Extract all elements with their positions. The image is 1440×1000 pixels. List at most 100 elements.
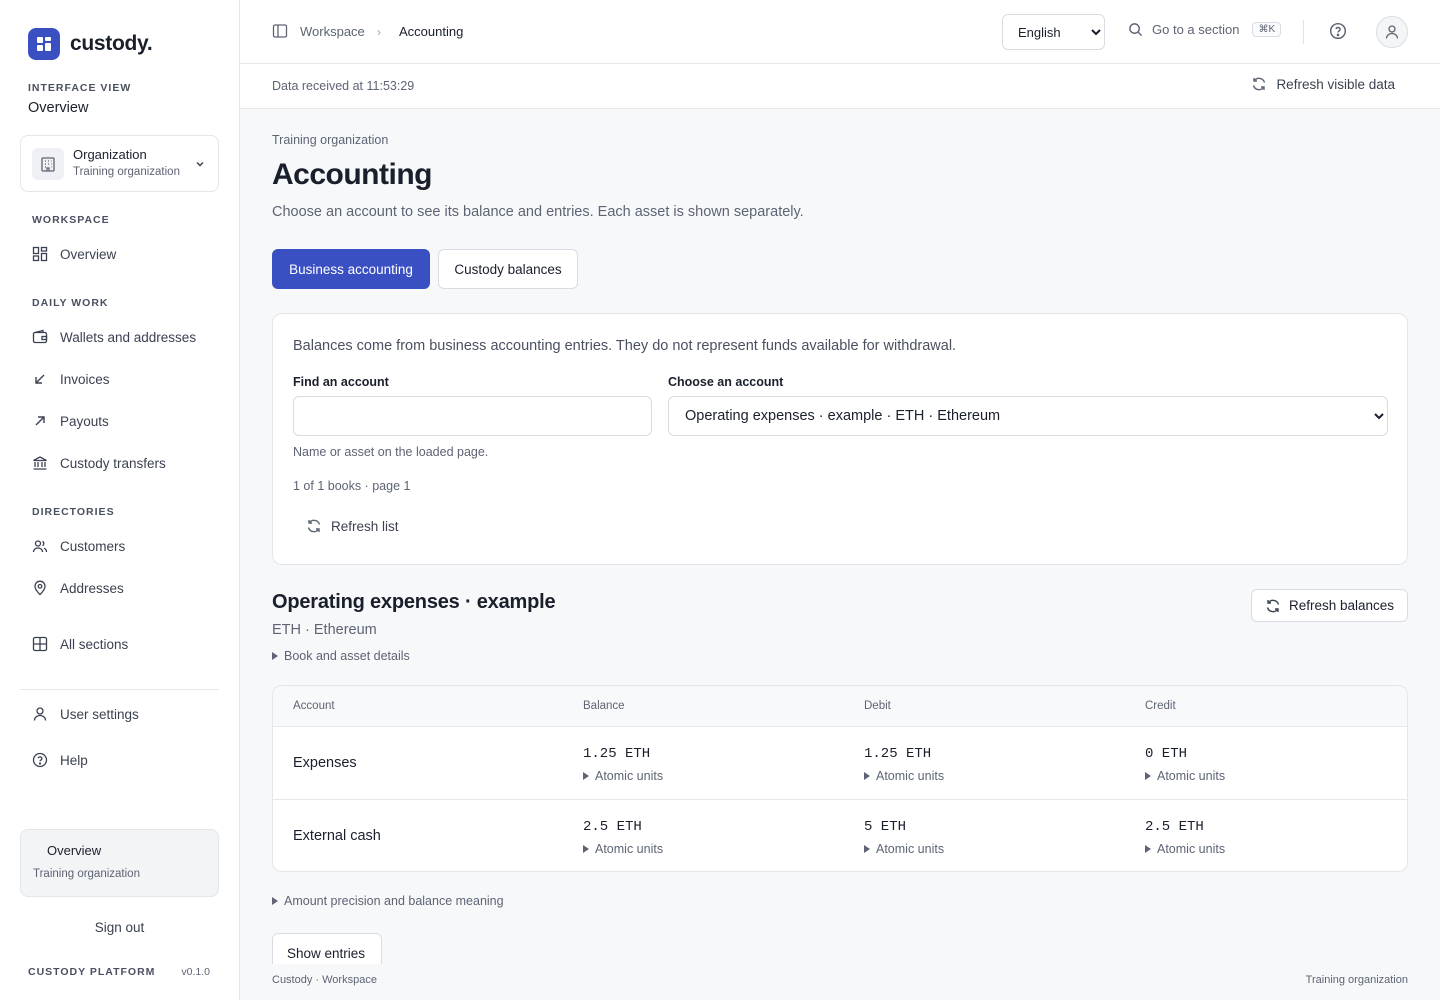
user-avatar[interactable]	[1376, 16, 1408, 48]
book-asset-details-toggle[interactable]: Book and asset details	[272, 649, 410, 663]
keyboard-shortcut: ⌘K	[1252, 22, 1282, 37]
sidebar-item-label: Addresses	[60, 580, 124, 596]
sidebar-item-label: User settings	[60, 706, 139, 722]
atomic-units-label: Atomic units	[1157, 769, 1226, 783]
atomic-units-toggle[interactable]: Atomic units	[1145, 842, 1225, 856]
brand[interactable]: custody.	[28, 28, 153, 60]
row-debit: 1.25 ETH	[864, 746, 932, 762]
sidebar-item-wallets[interactable]: Wallets and addresses	[20, 320, 219, 354]
bank-icon	[33, 456, 47, 470]
sidebar-item-addresses[interactable]: Addresses	[20, 571, 219, 605]
goto-label: Go to a section	[1152, 22, 1240, 37]
sidebar-item-help[interactable]: Help	[20, 743, 219, 777]
arrow-down-left-icon	[35, 374, 45, 384]
wallet-icon	[32, 329, 48, 344]
sidebar-toggle-icon[interactable]	[272, 23, 288, 44]
atomic-units-toggle[interactable]: Atomic units	[583, 842, 663, 856]
balances-table: Account Balance Debit Credit Expenses 1.…	[272, 685, 1408, 872]
sidebar-item-payouts[interactable]: Payouts	[20, 404, 219, 438]
refresh-list-button[interactable]: Refresh list	[306, 518, 399, 534]
amount-precision-toggle[interactable]: Amount precision and balance meaning	[272, 894, 504, 908]
table-row: Expenses 1.25 ETH Atomic units 1.25 ETH …	[273, 727, 1407, 800]
organization-switcher[interactable]: Organization Training organization	[20, 135, 219, 192]
refresh-visible-label: Refresh visible data	[1276, 76, 1395, 92]
sidebar-item-label: Invoices	[60, 371, 110, 387]
refresh-visible-data-button[interactable]: Refresh visible data	[1251, 76, 1395, 92]
users-icon	[32, 540, 48, 553]
brand-name: custody.	[70, 32, 153, 55]
sidebar-item-user-settings[interactable]: User settings	[20, 697, 219, 731]
atomic-units-label: Atomic units	[1157, 842, 1226, 856]
status-bar: Data received at 11:53:29 Refresh visibl…	[240, 64, 1440, 109]
building-icon	[32, 148, 64, 180]
footer: Custody · Workspace Training organizatio…	[240, 964, 1440, 1000]
sidebar-item-label: Payouts	[60, 413, 109, 429]
atomic-units-label: Atomic units	[595, 842, 664, 856]
version-label: v0.1.0	[181, 966, 210, 978]
atomic-units-toggle[interactable]: Atomic units	[864, 769, 944, 783]
column-header-debit: Debit	[864, 700, 891, 712]
section-label-workspace: WORKSPACE	[32, 214, 110, 226]
tab-custody-balances[interactable]: Custody balances	[438, 249, 578, 289]
brand-logo-icon	[28, 28, 60, 60]
help-icon[interactable]	[1329, 22, 1347, 45]
section-label-daily-work: DAILY WORK	[32, 297, 109, 309]
context-card[interactable]: Overview Training organization	[20, 829, 219, 897]
sidebar: custody. INTERFACE VIEW Overview Organiz…	[0, 0, 240, 1000]
refresh-icon	[1266, 599, 1280, 612]
sign-out-button[interactable]: Sign out	[20, 920, 219, 935]
sidebar-item-customers[interactable]: Customers	[20, 529, 219, 563]
disclosure-triangle-icon	[864, 845, 870, 853]
platform-label: CUSTODY PLATFORM	[28, 966, 156, 978]
footer-left: Custody · Workspace	[272, 974, 377, 986]
chevron-down-icon	[194, 157, 206, 175]
precision-toggle-label: Amount precision and balance meaning	[284, 894, 504, 908]
row-account-name: Expenses	[293, 755, 357, 771]
language-select[interactable]: English	[1002, 14, 1105, 50]
organization-subtitle: Training organization	[73, 166, 180, 178]
goto-section-search[interactable]: Go to a section ⌘K	[1128, 22, 1282, 37]
column-header-balance: Balance	[583, 700, 625, 712]
disclosure-triangle-icon	[583, 772, 589, 780]
sidebar-item-custody-transfers[interactable]: Custody transfers	[20, 446, 219, 480]
sidebar-item-all-sections[interactable]: All sections	[20, 627, 219, 661]
interface-view-label: INTERFACE VIEW	[28, 82, 132, 94]
context-card-subtitle: Training organization	[33, 868, 140, 880]
row-credit: 0 ETH	[1145, 746, 1188, 762]
table-header: Account Balance Debit Credit	[273, 686, 1407, 727]
atomic-units-label: Atomic units	[876, 842, 945, 856]
breadcrumb-workspace[interactable]: Workspace	[300, 24, 365, 39]
disclosure-triangle-icon	[1145, 772, 1151, 780]
sidebar-item-overview[interactable]: Overview	[20, 237, 219, 271]
organization-title: Organization	[73, 147, 147, 162]
page-description: Choose an account to see its balance and…	[272, 204, 804, 220]
breadcrumb-chevron-icon: ›	[377, 25, 381, 39]
sidebar-item-invoices[interactable]: Invoices	[20, 362, 219, 396]
search-icon	[1129, 23, 1143, 37]
sidebar-item-label: Custody transfers	[60, 455, 166, 471]
refresh-list-label: Refresh list	[331, 518, 399, 534]
row-account-name: External cash	[293, 828, 381, 844]
account-filter-card: Balances come from business accounting e…	[272, 313, 1408, 565]
tab-business-accounting[interactable]: Business accounting	[272, 249, 430, 289]
choose-account-select[interactable]: Operating expenses · example · ETH · Eth…	[668, 396, 1388, 436]
refresh-balances-label: Refresh balances	[1288, 598, 1395, 613]
atomic-units-toggle[interactable]: Atomic units	[583, 769, 663, 783]
help-circle-icon	[32, 752, 48, 768]
find-account-label: Find an account	[293, 375, 389, 389]
disclosure-triangle-icon	[1145, 845, 1151, 853]
balances-note: Balances come from business accounting e…	[293, 338, 957, 354]
sidebar-item-label: All sections	[60, 636, 129, 652]
column-header-credit: Credit	[1145, 700, 1176, 712]
breadcrumb-current: Accounting	[399, 24, 464, 39]
sidebar-item-label: Help	[60, 752, 88, 768]
refresh-balances-button[interactable]: Refresh balances	[1251, 589, 1408, 622]
organization-crumb: Training organization	[272, 133, 389, 147]
atomic-units-toggle[interactable]: Atomic units	[1145, 769, 1225, 783]
atomic-units-toggle[interactable]: Atomic units	[864, 842, 944, 856]
interface-view-value: Overview	[28, 100, 89, 116]
details-toggle-label: Book and asset details	[284, 649, 410, 663]
find-account-input[interactable]	[293, 396, 652, 436]
grid-icon	[32, 636, 48, 652]
arrow-up-right-icon	[35, 416, 45, 426]
